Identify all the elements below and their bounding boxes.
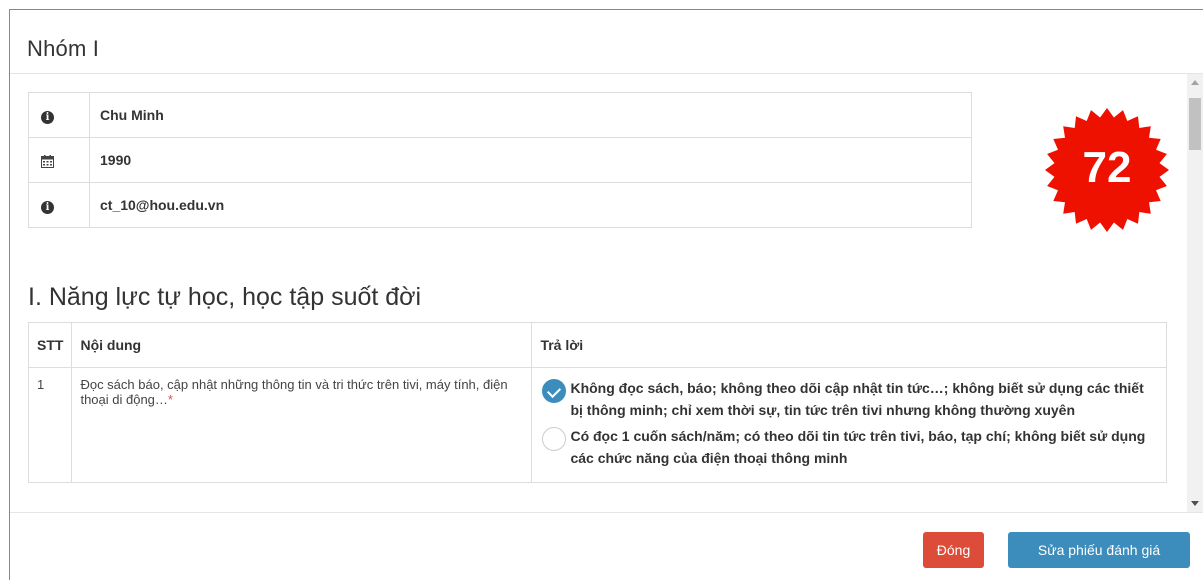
modal-title: Nhóm I — [27, 36, 100, 61]
profile-row-name: i Chu Minh — [28, 92, 972, 138]
profile-row-birthyear: 1990 — [28, 137, 972, 183]
profile-icon-cell — [28, 137, 90, 183]
header-answer: Trả lời — [531, 322, 1167, 368]
evaluation-modal: Nhóm I i Chu Minh 1990 i ct_10@hou.edu.v… — [9, 9, 1203, 580]
profile-email: ct_10@hou.edu.vn — [89, 182, 972, 228]
profile-name: Chu Minh — [89, 92, 972, 138]
radio-checked-icon[interactable] — [542, 379, 567, 403]
profile-row-email: i ct_10@hou.edu.vn — [28, 182, 972, 228]
header-content: Nội dung — [71, 322, 533, 368]
close-button[interactable]: Đóng — [923, 532, 984, 568]
row-stt: 1 — [27, 367, 73, 483]
table-row: 1 Đọc sách báo, cập nhật những thông tin… — [27, 367, 1167, 483]
scroll-up-arrow-icon[interactable] — [1191, 80, 1199, 85]
calendar-icon — [41, 154, 54, 168]
answer-option-label: Có đọc 1 cuốn sách/năm; có theo dõi tin … — [570, 428, 1146, 466]
vertical-scrollbar[interactable] — [1187, 74, 1203, 512]
info-icon: i — [41, 200, 54, 214]
required-marker: * — [167, 392, 173, 407]
row-content-cell: Đọc sách báo, cập nhật những thông tin v… — [71, 367, 533, 483]
row-answer-cell: Không đọc sách, báo; không theo dõi cập … — [531, 367, 1167, 483]
modal-header: Nhóm I — [10, 10, 1203, 74]
answer-option-1[interactable]: Không đọc sách, báo; không theo dõi cập … — [540, 377, 1158, 421]
answer-option-label: Không đọc sách, báo; không theo dõi cập … — [570, 380, 1144, 418]
profile-table: i Chu Minh 1990 i ct_10@hou.edu.vn — [28, 92, 972, 228]
radio-unchecked-icon[interactable] — [542, 427, 567, 451]
info-icon: i — [41, 110, 54, 124]
score-badge: 72 — [1045, 108, 1169, 232]
score-value: 72 — [1083, 143, 1132, 192]
scroll-thumb[interactable] — [1189, 98, 1201, 150]
profile-icon-cell: i — [28, 92, 90, 138]
edit-evaluation-button[interactable]: Sửa phiếu đánh giá — [1008, 532, 1190, 568]
section-title: I. Năng lực tự học, học tập suốt đời — [28, 283, 422, 311]
modal-footer: Đóng Sửa phiếu đánh giá — [10, 512, 1203, 581]
question-table-header: STT Nội dung Trả lời — [27, 322, 1167, 368]
profile-birthyear: 1990 — [89, 137, 972, 183]
row-content: Đọc sách báo, cập nhật những thông tin v… — [80, 377, 508, 407]
modal-body[interactable]: i Chu Minh 1990 i ct_10@hou.edu.vn 72 I.… — [10, 74, 1189, 512]
question-table: STT Nội dung Trả lời 1 Đọc sách báo, cập… — [27, 322, 1167, 483]
answer-option-2[interactable]: Có đọc 1 cuốn sách/năm; có theo dõi tin … — [540, 425, 1158, 469]
header-stt: STT — [27, 322, 73, 368]
scroll-down-arrow-icon[interactable] — [1191, 501, 1199, 506]
profile-icon-cell: i — [28, 182, 90, 228]
